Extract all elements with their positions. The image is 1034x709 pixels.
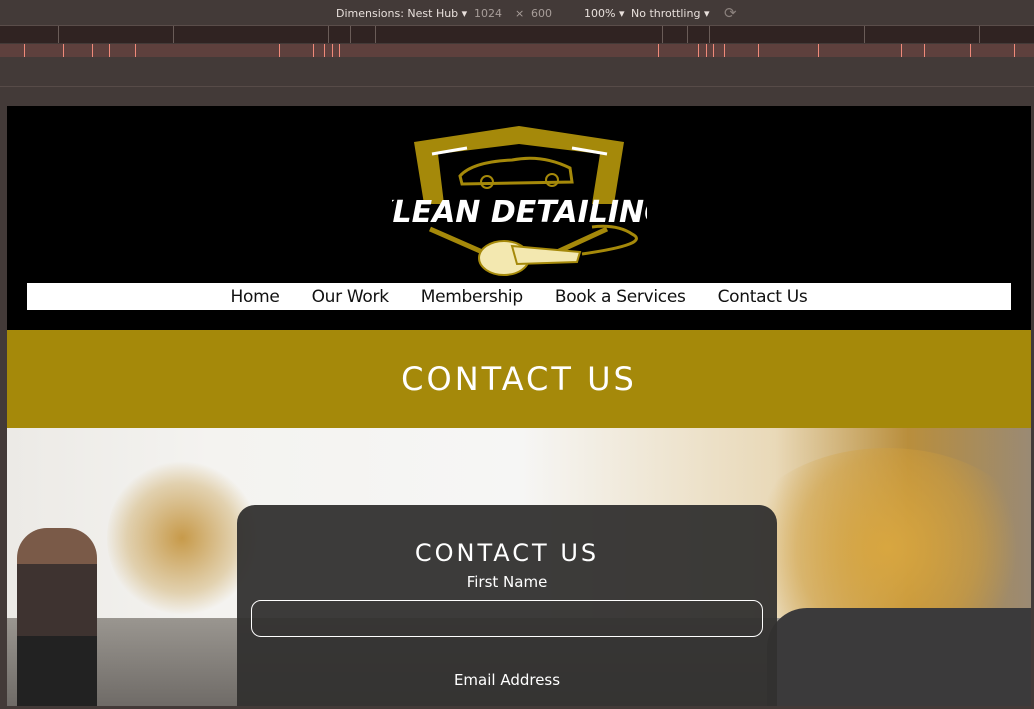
form-title: CONTACT US <box>414 539 600 567</box>
svg-text:KLEAN DETAILING: KLEAN DETAILING <box>392 195 647 230</box>
background-photo-person <box>17 528 97 706</box>
page-viewport: KLEAN DETAILING Home Our Work Membership… <box>7 106 1031 706</box>
times-sign: × <box>515 7 525 20</box>
devtools-toolbar: Dimensions: Nest Hub ▾ 1024 × 600 100% ▾… <box>0 0 1034 25</box>
rotate-icon[interactable]: ⟳ <box>724 4 737 22</box>
zoom-dropdown[interactable]: 100% ▾ <box>584 7 624 20</box>
nav-our-work[interactable]: Our Work <box>312 287 390 307</box>
divider <box>0 86 1034 87</box>
email-label: Email Address <box>453 671 561 689</box>
nav-home[interactable]: Home <box>231 287 280 307</box>
contact-hero: CONTACT US First Name Email Address <box>7 428 1031 706</box>
media-query-bar[interactable] <box>0 25 1034 43</box>
device-dropdown[interactable]: Dimensions: Nest Hub ▾ <box>336 7 467 20</box>
background-photo-car <box>767 608 1031 706</box>
klean-detailing-logo[interactable]: KLEAN DETAILING <box>392 124 647 279</box>
background-photo-tree <box>107 458 257 618</box>
site-header: KLEAN DETAILING Home Our Work Membership… <box>7 106 1031 330</box>
first-name-label: First Name <box>466 573 548 591</box>
height-input[interactable]: 600 <box>531 7 552 20</box>
main-nav: Home Our Work Membership Book a Services… <box>27 283 1011 310</box>
nav-book-services[interactable]: Book a Services <box>555 287 686 307</box>
throttling-dropdown[interactable]: No throttling ▾ <box>631 7 709 20</box>
page-title: CONTACT US <box>401 360 637 398</box>
width-input[interactable]: 1024 <box>474 7 502 20</box>
page-banner: CONTACT US <box>7 330 1031 428</box>
first-name-input[interactable] <box>251 600 763 637</box>
nav-contact-us[interactable]: Contact Us <box>718 287 808 307</box>
breakpoint-bar[interactable] <box>0 44 1034 57</box>
nav-membership[interactable]: Membership <box>421 287 523 307</box>
contact-form: CONTACT US First Name Email Address <box>237 505 777 706</box>
